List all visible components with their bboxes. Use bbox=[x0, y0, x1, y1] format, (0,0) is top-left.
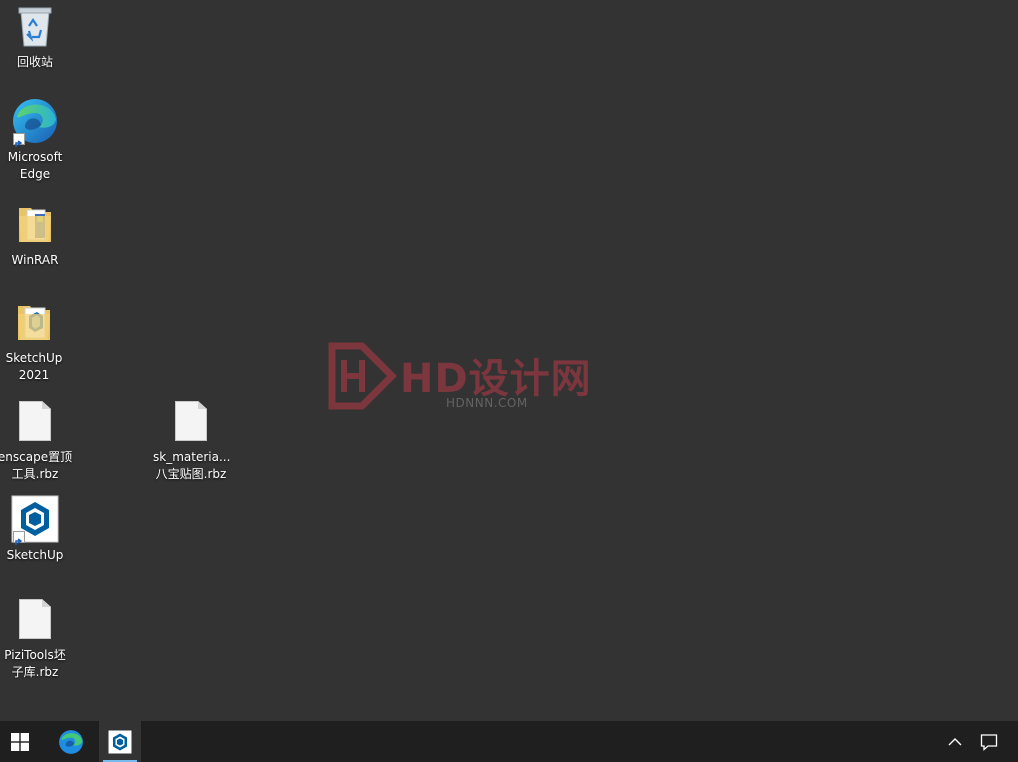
file-fold bbox=[42, 599, 51, 607]
taskbar-sketchup-button[interactable] bbox=[99, 721, 141, 762]
watermark-logo-icon bbox=[328, 342, 397, 410]
file-icon bbox=[167, 397, 215, 445]
edge-icon bbox=[59, 729, 83, 754]
edge-icon bbox=[11, 97, 59, 147]
desktop-icon-recycle-bin[interactable]: 回收站 bbox=[0, 2, 73, 71]
watermark-url: HDNNN.COM bbox=[446, 396, 528, 410]
winrar-icon bbox=[11, 200, 59, 248]
windows-start-icon bbox=[11, 732, 29, 751]
desktop-icon-sketchup[interactable]: SketchUp bbox=[0, 495, 73, 564]
sketchup-folder-icon bbox=[10, 298, 58, 346]
file-icon bbox=[11, 595, 59, 643]
file-fold bbox=[198, 401, 207, 409]
desktop-icon-label: 回收站 bbox=[16, 55, 53, 69]
start-button[interactable] bbox=[0, 721, 40, 762]
show-hidden-icons-button[interactable] bbox=[938, 721, 972, 762]
file-fold bbox=[42, 401, 51, 409]
notification-center-button[interactable] bbox=[972, 721, 1006, 762]
desktop-icon-edge[interactable]: Microsoft Edge bbox=[0, 97, 73, 183]
watermark: HD设计网 HDNNN.COM bbox=[322, 340, 592, 420]
desktop-icon-enscape-rbz[interactable]: enscape置顶 工具.rbz bbox=[0, 397, 73, 483]
chevron-up-icon bbox=[948, 737, 962, 745]
file-page bbox=[175, 401, 207, 441]
desktop-icon-label: sk_materia... 八宝贴图.rbz bbox=[153, 450, 231, 481]
sketchup-icon bbox=[11, 495, 59, 545]
notification-icon bbox=[980, 733, 998, 751]
desktop-icon-label: SketchUp 2021 bbox=[5, 351, 63, 382]
desktop-icon-sk-materia-rbz[interactable]: sk_materia... 八宝贴图.rbz bbox=[153, 397, 231, 483]
file-page bbox=[19, 599, 51, 639]
taskbar-edge-button[interactable] bbox=[50, 721, 92, 762]
desktop-icon-winrar[interactable]: WinRAR bbox=[0, 200, 73, 269]
desktop-icon-sketchup-2021[interactable]: SketchUp 2021 bbox=[0, 298, 72, 384]
recycle-bin-icon bbox=[11, 2, 59, 50]
sketchup-icon bbox=[108, 730, 132, 753]
desktop-icon-label: enscape置顶 工具.rbz bbox=[0, 450, 73, 481]
desktop: 回收站 Microsoft Edge WinRAR SketchUp 2021 … bbox=[0, 0, 1018, 721]
desktop-icon-pizitools-rbz[interactable]: PiziTools坯 子库.rbz bbox=[0, 595, 73, 681]
taskbar bbox=[0, 721, 1018, 762]
file-icon bbox=[11, 397, 59, 445]
desktop-icon-label: SketchUp bbox=[6, 548, 64, 562]
desktop-icon-label: WinRAR bbox=[11, 253, 59, 267]
desktop-icon-label: Microsoft Edge bbox=[7, 150, 63, 181]
desktop-icon-label: PiziTools坯 子库.rbz bbox=[4, 648, 66, 679]
file-page bbox=[19, 401, 51, 441]
shortcut-arrow-icon bbox=[13, 133, 25, 147]
shortcut-arrow-icon bbox=[13, 531, 25, 545]
